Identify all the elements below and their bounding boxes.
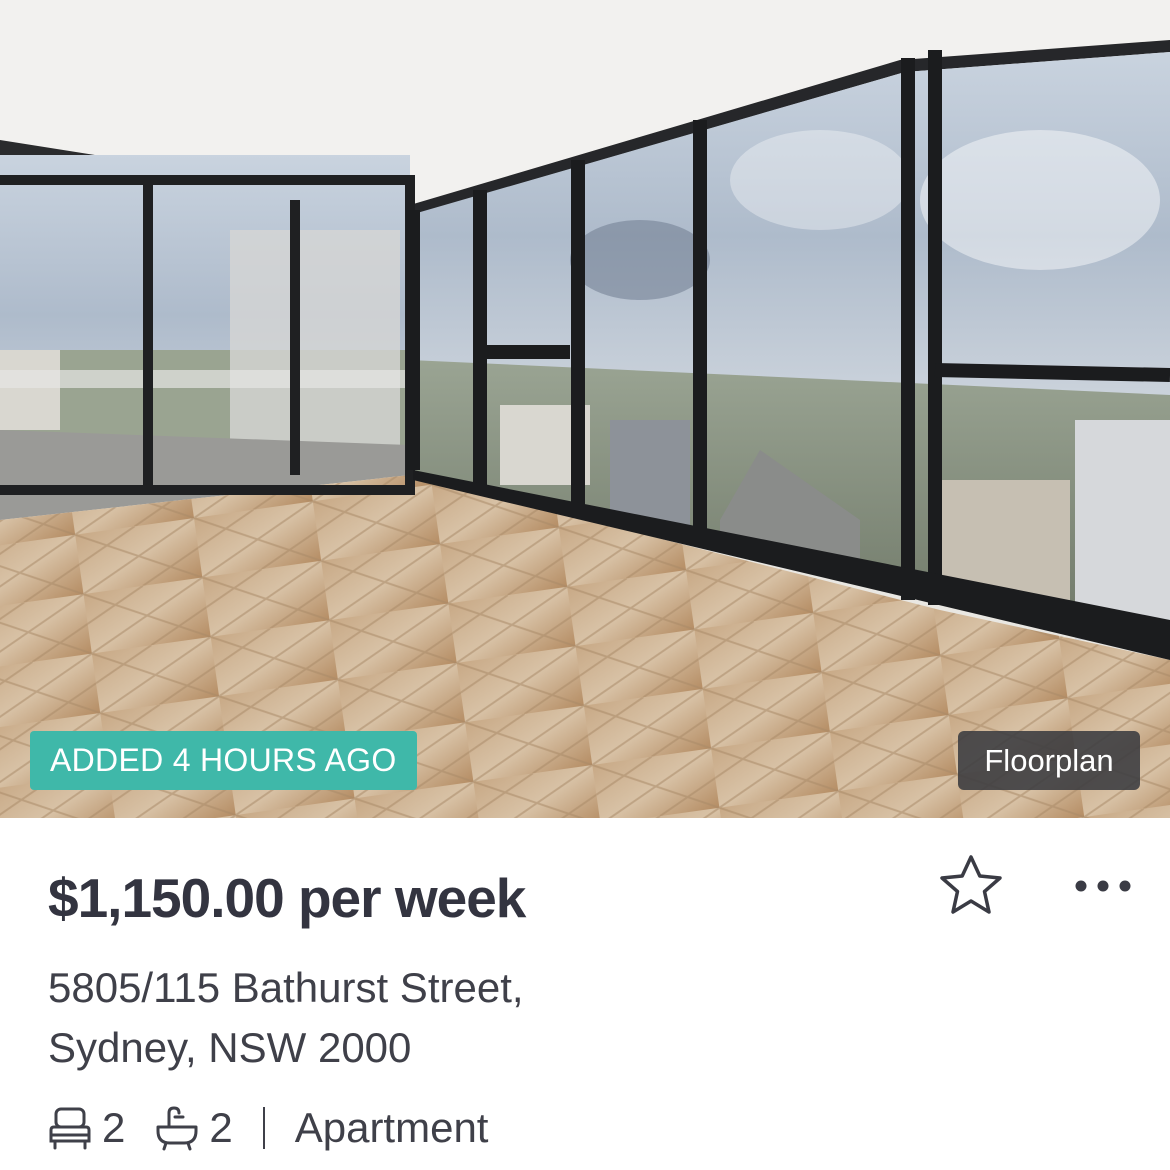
- floorplan-button[interactable]: Floorplan: [958, 731, 1140, 790]
- more-options-button[interactable]: [1070, 866, 1136, 906]
- favourite-button[interactable]: [936, 852, 1006, 922]
- listing-price: $1,150.00 per week: [48, 867, 526, 929]
- feature-divider: [262, 1107, 265, 1149]
- bath-icon: [156, 1106, 198, 1151]
- more-horizontal-icon: [1075, 880, 1131, 892]
- listing-card[interactable]: ADDED 4 HOURS AGO Floorplan $1,150.00 pe…: [0, 0, 1170, 1170]
- added-time-badge: ADDED 4 HOURS AGO: [30, 731, 417, 790]
- listing-address: 5805/115 Bathurst Street, Sydney, NSW 20…: [48, 958, 524, 1078]
- bed-icon: [49, 1107, 91, 1150]
- listing-details: $1,150.00 per week 5805/115 Bathurst Str…: [0, 818, 1170, 1170]
- property-type: Apartment: [294, 1104, 489, 1151]
- star-outline-icon: [940, 855, 1002, 914]
- listing-features: 2 2 Apartment: [48, 1100, 488, 1156]
- bathroom-count: 2: [209, 1104, 233, 1151]
- bedroom-count: 2: [102, 1104, 126, 1151]
- address-line-2: Sydney, NSW 2000: [48, 1024, 412, 1071]
- address-line-1: 5805/115 Bathurst Street,: [48, 964, 524, 1011]
- listing-photo[interactable]: ADDED 4 HOURS AGO Floorplan: [0, 0, 1170, 818]
